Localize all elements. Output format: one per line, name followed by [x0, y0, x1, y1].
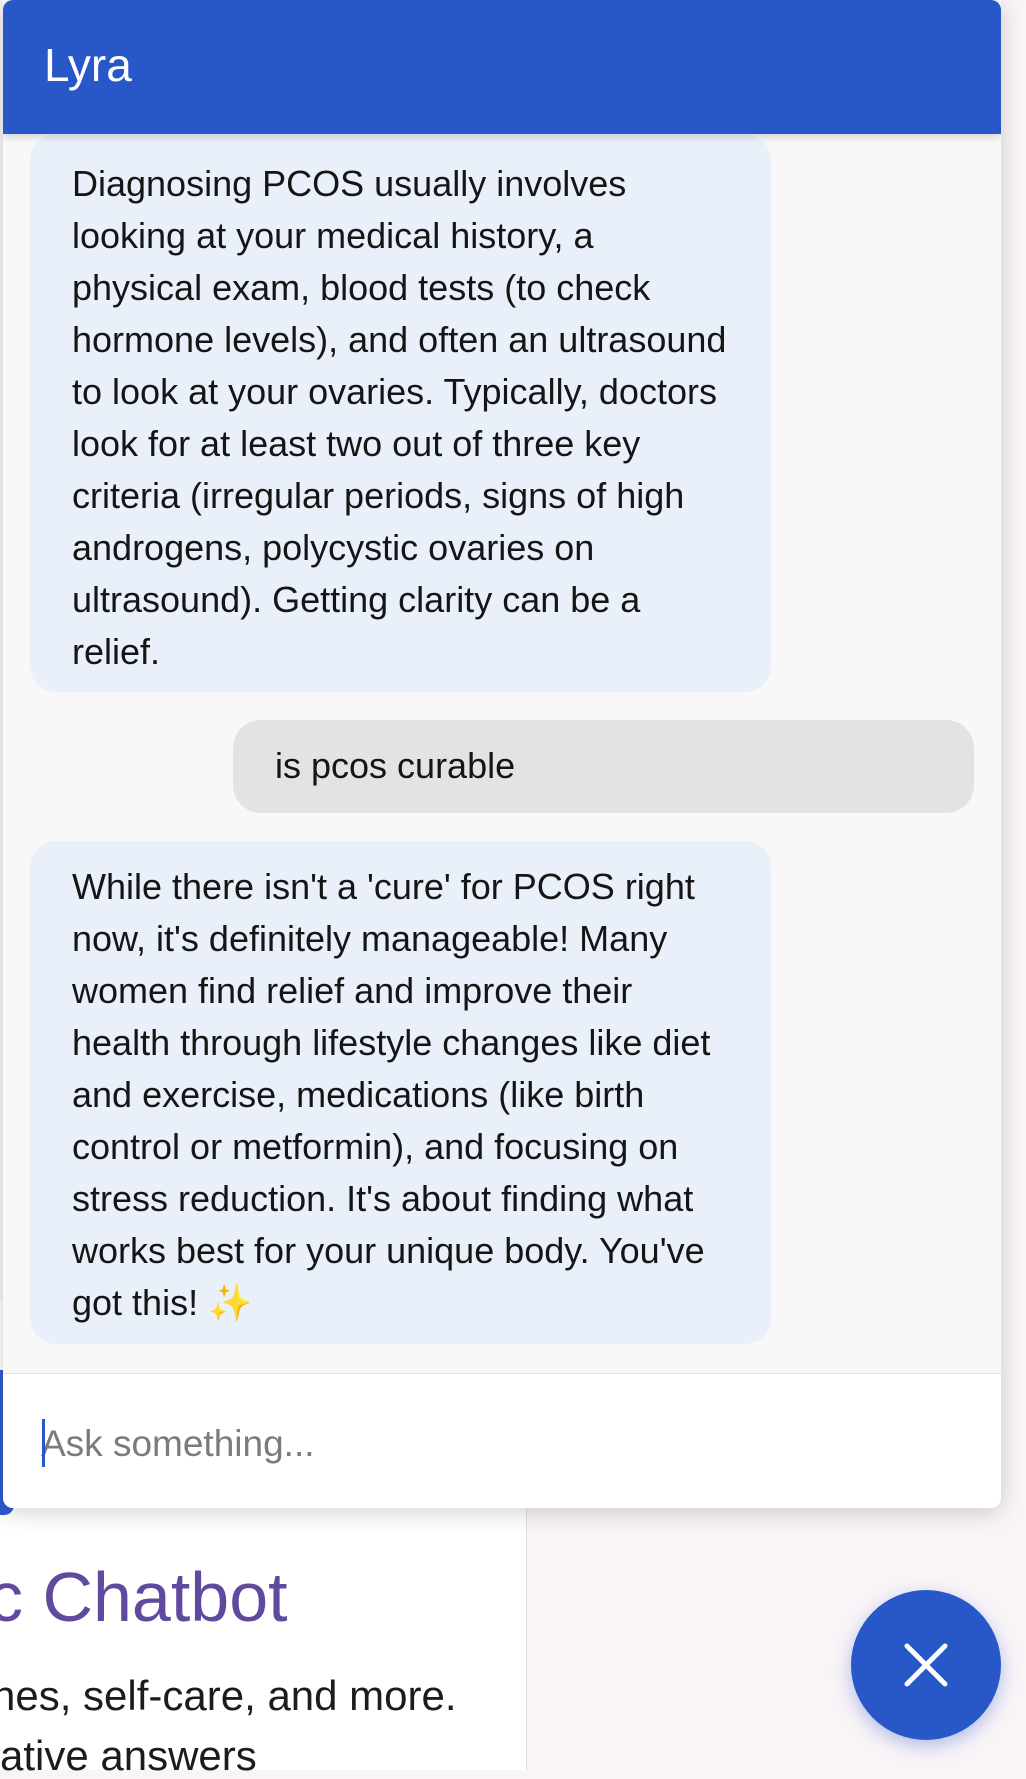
background-page-description: nes, self-care, and more. [0, 1672, 457, 1719]
chat-input[interactable] [41, 1414, 941, 1474]
chat-message-list[interactable]: Diagnosing PCOS usually involves looking… [3, 134, 1001, 1373]
chat-window: Lyra Diagnosing PCOS usually involves lo… [3, 0, 1001, 1508]
background-page-description-2: ative answers [0, 1732, 257, 1779]
bot-message: Diagnosing PCOS usually involves looking… [30, 134, 771, 692]
text-cursor [42, 1419, 45, 1467]
chat-header: Lyra [3, 0, 1001, 134]
close-icon [904, 1643, 948, 1687]
user-message: is pcos curable [233, 720, 974, 813]
bot-message: While there isn't a 'cure' for PCOS righ… [30, 841, 771, 1344]
close-chat-button[interactable] [851, 1590, 1001, 1740]
background-page-heading: c Chatbot [0, 1558, 288, 1636]
chat-input-area [3, 1373, 1001, 1508]
chat-title: Lyra [44, 39, 132, 91]
